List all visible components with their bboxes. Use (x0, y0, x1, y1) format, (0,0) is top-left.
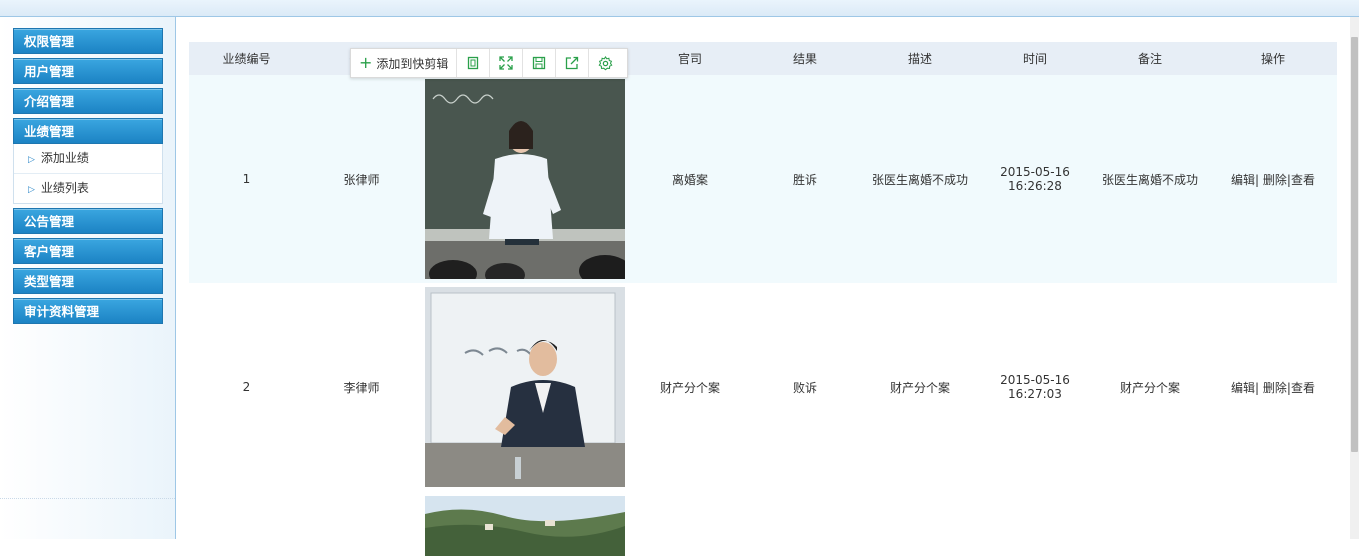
plus-icon: + (359, 53, 373, 72)
cell-time: 2015-05-16 16:27:03 (979, 283, 1091, 491)
cell-ops: 编辑| 删除|查看 (1209, 283, 1337, 491)
cell-result: 胜诉 (749, 75, 861, 283)
cell-lawyer: 李律师 (304, 283, 419, 491)
cell-image (419, 491, 631, 557)
view-link[interactable]: |查看 (1287, 173, 1315, 187)
performance-submenu: ▷ 添加业绩 ▷ 业绩列表 (13, 144, 163, 204)
settings-button[interactable] (589, 49, 621, 77)
menu-announcement[interactable]: 公告管理 (13, 208, 163, 234)
edit-link[interactable]: 编辑| (1231, 381, 1259, 395)
submenu-label: 添加业绩 (40, 151, 89, 165)
vertical-scrollbar[interactable] (1350, 17, 1359, 539)
delete-link[interactable]: 删除 (1263, 173, 1287, 187)
cell-id: 1 (189, 75, 304, 283)
top-banner (0, 0, 1359, 17)
col-ops-header: 操作 (1209, 42, 1337, 75)
settings-icon (598, 55, 613, 70)
triangle-right-icon: ▷ (28, 185, 35, 195)
time-clock: 16:27:03 (1008, 387, 1062, 401)
col-desc-header: 描述 (861, 42, 979, 75)
save-button[interactable] (523, 49, 557, 77)
menu-customers[interactable]: 客户管理 (13, 238, 163, 264)
cell-note: 财产分个案 (1091, 283, 1209, 491)
edit-link[interactable]: 编辑| (1231, 173, 1259, 187)
cell-case: 财产分个案 (631, 283, 749, 491)
clip-toolbar: + 添加到快剪辑 (350, 48, 628, 78)
cell-case: 离婚案 (631, 75, 749, 283)
copy-button[interactable] (457, 49, 491, 77)
fullscreen-button[interactable] (490, 49, 524, 77)
submenu-label: 业绩列表 (40, 181, 89, 195)
sidebar-divider (0, 498, 175, 499)
col-id-header: 业绩编号 (189, 42, 304, 75)
menu-intro[interactable]: 介绍管理 (13, 88, 163, 114)
performance-table-container: 业绩编号 律师 图片 官司 结果 描述 时间 备注 操作 1 张律师 (189, 42, 1337, 557)
view-link[interactable]: |查看 (1287, 381, 1315, 395)
time-date: 2015-05-16 (1000, 373, 1070, 387)
performance-table: 业绩编号 律师 图片 官司 结果 描述 时间 备注 操作 1 张律师 (189, 42, 1337, 557)
cell-id: 2 (189, 283, 304, 491)
scrollbar-thumb[interactable] (1351, 37, 1358, 452)
cell-ops: 编辑| 删除|查看 (1209, 75, 1337, 283)
menu-users[interactable]: 用户管理 (13, 58, 163, 84)
delete-link[interactable]: 删除 (1263, 381, 1287, 395)
sidebar-menu: 权限管理 用户管理 介绍管理 业绩管理 ▷ 添加业绩 ▷ 业绩列表 公告管理 客户管… (13, 28, 163, 328)
lawyer-photo (425, 79, 625, 279)
menu-types[interactable]: 类型管理 (13, 268, 163, 294)
cell-image (419, 75, 631, 283)
col-note-header: 备注 (1091, 42, 1209, 75)
add-to-clip-label: 添加到快剪辑 (376, 56, 449, 71)
submenu-add-performance[interactable]: ▷ 添加业绩 (14, 144, 162, 174)
save-icon (533, 56, 546, 70)
menu-permission[interactable]: 权限管理 (13, 28, 163, 54)
triangle-right-icon: ▷ (28, 155, 35, 165)
add-to-clip-button[interactable]: + 添加到快剪辑 (351, 49, 458, 77)
sidebar: 权限管理 用户管理 介绍管理 业绩管理 ▷ 添加业绩 ▷ 业绩列表 公告管理 客户管… (0, 17, 176, 539)
table-row: 1 张律师 离婚案 胜诉 张医生离婚不成功 2015-05-16 16:26:2… (189, 75, 1337, 283)
cell-time: 2015-05-16 16:26:28 (979, 75, 1091, 283)
cell-lawyer: 张律师 (304, 75, 419, 283)
lawyer-photo (425, 287, 625, 487)
fullscreen-icon (499, 56, 514, 70)
table-row: 2 李律师 财产分个案 败诉 财产分个案 2015-05-16 16:27:03… (189, 283, 1337, 491)
cell-desc: 张医生离婚不成功 (861, 75, 979, 283)
copy-icon (468, 56, 479, 70)
cell-desc: 财产分个案 (861, 283, 979, 491)
lawyer-photo (425, 496, 625, 556)
col-case-header: 官司 (631, 42, 749, 75)
submenu-performance-list[interactable]: ▷ 业绩列表 (14, 174, 162, 203)
cell-note: 张医生离婚不成功 (1091, 75, 1209, 283)
cell-image (419, 283, 631, 491)
share-icon (566, 56, 579, 70)
table-row (189, 491, 1337, 557)
time-clock: 16:26:28 (1008, 179, 1062, 193)
col-result-header: 结果 (749, 42, 861, 75)
menu-audit[interactable]: 审计资料管理 (13, 298, 163, 324)
share-button[interactable] (556, 49, 590, 77)
menu-performance[interactable]: 业绩管理 (13, 118, 163, 144)
time-date: 2015-05-16 (1000, 165, 1070, 179)
cell-result: 败诉 (749, 283, 861, 491)
col-time-header: 时间 (979, 42, 1091, 75)
